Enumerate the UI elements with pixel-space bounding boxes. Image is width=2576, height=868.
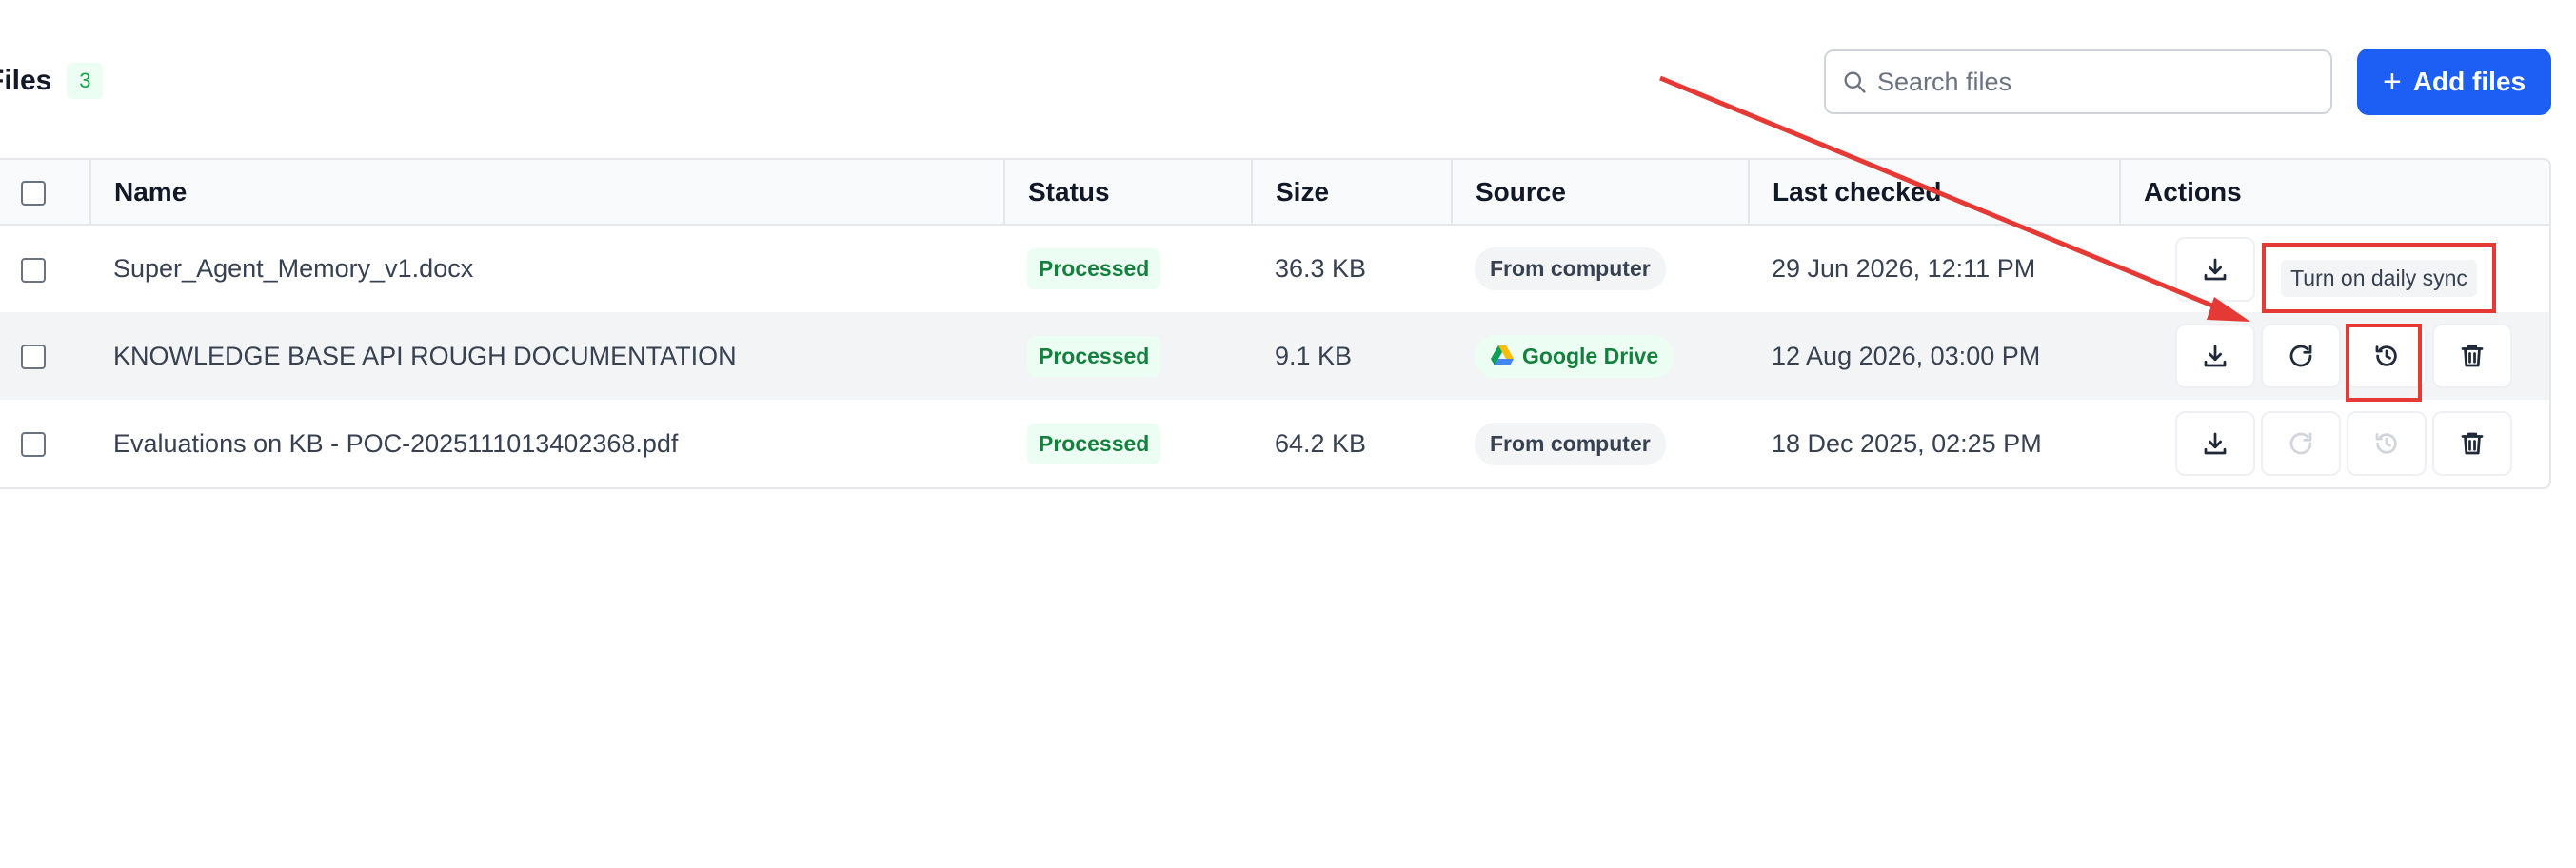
files-page: Files 3 + Add files: [0, 0, 2576, 868]
annotation-arrow: [1659, 75, 2250, 322]
